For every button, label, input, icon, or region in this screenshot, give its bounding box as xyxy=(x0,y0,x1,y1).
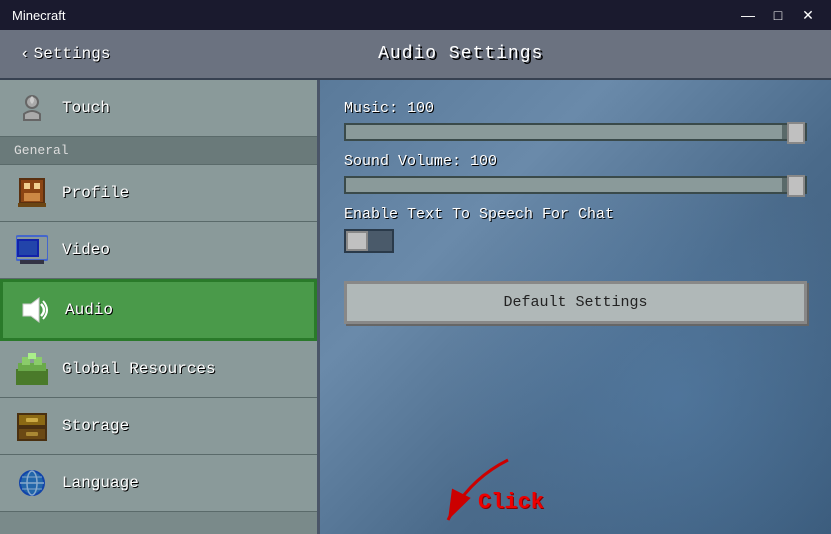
content-area: Touch General Profile xyxy=(0,80,831,534)
minimize-button[interactable]: — xyxy=(737,4,759,26)
profile-icon xyxy=(14,175,50,211)
tts-label: Enable Text To Speech For Chat xyxy=(344,206,807,223)
video-label: Video xyxy=(62,241,110,259)
touch-label: Touch xyxy=(62,99,110,117)
back-label: Settings xyxy=(34,45,111,63)
sidebar: Touch General Profile xyxy=(0,80,320,534)
tts-toggle-container xyxy=(344,229,807,253)
default-settings-button[interactable]: Default Settings xyxy=(344,281,807,324)
global-resources-icon xyxy=(14,351,50,387)
audio-icon xyxy=(17,292,53,328)
tts-setting: Enable Text To Speech For Chat xyxy=(344,206,807,253)
audio-label: Audio xyxy=(65,301,113,319)
sidebar-item-language[interactable]: Language xyxy=(0,455,317,512)
window-controls: — □ ✕ xyxy=(737,4,819,26)
sound-volume-slider[interactable] xyxy=(344,176,807,194)
close-button[interactable]: ✕ xyxy=(797,4,819,26)
page-title: Audio Settings xyxy=(110,44,811,64)
back-button[interactable]: ‹ Settings xyxy=(20,45,110,63)
tts-toggle[interactable] xyxy=(344,229,394,253)
sidebar-item-video[interactable]: Video xyxy=(0,222,317,279)
sound-volume-label: Sound Volume: 100 xyxy=(344,153,807,170)
main-window: ‹ Settings Audio Settings Touch General xyxy=(0,30,831,534)
app-title: Minecraft xyxy=(12,8,65,23)
top-bar: ‹ Settings Audio Settings xyxy=(0,30,831,80)
music-label: Music: 100 xyxy=(344,100,807,117)
tts-toggle-knob xyxy=(346,231,368,251)
language-label: Language xyxy=(62,474,139,492)
profile-label: Profile xyxy=(62,184,129,202)
touch-icon xyxy=(14,90,50,126)
video-icon xyxy=(14,232,50,268)
storage-label: Storage xyxy=(62,417,129,435)
storage-icon xyxy=(14,408,50,444)
sidebar-item-profile[interactable]: Profile xyxy=(0,165,317,222)
music-slider[interactable] xyxy=(344,123,807,141)
sidebar-item-storage[interactable]: Storage xyxy=(0,398,317,455)
general-section-header: General xyxy=(0,137,317,165)
settings-content: Music: 100 Sound Volume: 100 xyxy=(344,100,807,324)
sidebar-item-audio[interactable]: Audio xyxy=(0,279,317,341)
music-slider-fill xyxy=(346,125,782,139)
sound-volume-slider-thumb[interactable] xyxy=(787,175,805,197)
sidebar-item-touch[interactable]: Touch xyxy=(0,80,317,137)
global-resources-label: Global Resources xyxy=(62,360,216,378)
music-slider-thumb[interactable] xyxy=(787,122,805,144)
music-setting: Music: 100 xyxy=(344,100,807,141)
sidebar-item-global-resources[interactable]: Global Resources xyxy=(0,341,317,398)
sound-volume-setting: Sound Volume: 100 xyxy=(344,153,807,194)
back-icon: ‹ xyxy=(20,45,30,63)
sound-volume-slider-fill xyxy=(346,178,782,192)
language-icon xyxy=(14,465,50,501)
maximize-button[interactable]: □ xyxy=(767,4,789,26)
right-panel: Music: 100 Sound Volume: 100 xyxy=(320,80,831,534)
title-bar: Minecraft — □ ✕ xyxy=(0,0,831,30)
